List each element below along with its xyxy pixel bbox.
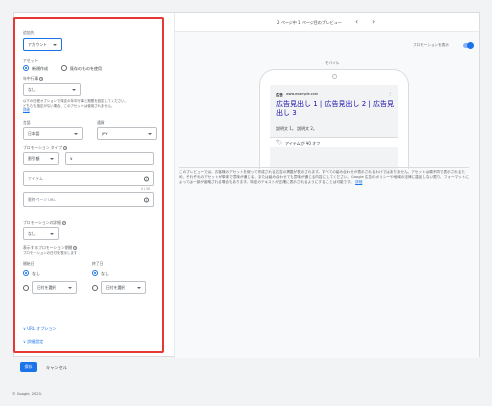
asset-label: アセット — [23, 58, 39, 63]
start-none-label: なし — [32, 271, 40, 276]
url-options-expander[interactable]: ∨ URL オプション — [23, 326, 56, 332]
language-label: 言語 — [23, 120, 31, 125]
chevron-down-icon: ∨ — [23, 326, 26, 331]
currency-symbol: ¥ — [70, 156, 73, 161]
currency-label: 通貨 — [97, 120, 105, 125]
promo-details-label: プロモーションの詳細? — [23, 220, 66, 225]
chevron-down-icon — [74, 132, 78, 135]
promotion-type-label: プロモーション タイプ? — [23, 145, 68, 150]
device-label: モバイル — [325, 61, 340, 65]
save-button[interactable]: 保存 — [20, 362, 37, 372]
end-date-dropdown[interactable]: 日付を選択 — [101, 281, 146, 294]
form-highlight: 追加先 アカウント アセット 新規作成 既存のものを使用 年中行事? なし 以下… — [13, 17, 164, 353]
end-date-label: 終了日 — [92, 261, 104, 266]
discount-amount-input[interactable]: ¥ — [65, 152, 154, 165]
camera-icon — [332, 74, 337, 79]
item-input[interactable]: アイテム i — [23, 171, 154, 186]
start-date-radio[interactable] — [23, 285, 29, 291]
preview-header: 2 ページ中 1 ページ目のプレビュー ‹ › — [175, 13, 479, 32]
disclaimer-link[interactable]: 詳細 — [355, 180, 362, 184]
promo-extension: 🏷 アイテムが ¥0 オフ — [270, 137, 398, 147]
preview-disclaimer: このプレビューでは、お客様のアセットを使って作成される広告の掲載が表示されます。… — [179, 167, 469, 186]
chevron-down-icon — [72, 88, 76, 91]
item-counter: 0 / 20 — [141, 187, 151, 191]
final-url-input[interactable]: 最終ページ URL i — [23, 192, 154, 207]
chevron-down-icon — [53, 43, 57, 46]
chevron-down-icon: ∨ — [23, 339, 26, 344]
asset-existing-radio[interactable] — [61, 65, 67, 71]
advanced-settings-expander[interactable]: ∨ 詳細設定 — [23, 339, 43, 345]
display-period-sublabel: プロモーションの日付を表示します — [23, 251, 78, 255]
asset-new-label: 新規作成 — [32, 66, 48, 71]
promotion-type-dropdown[interactable]: 割引額 — [23, 152, 59, 165]
help-icon[interactable]: ? — [63, 146, 68, 150]
preview-page-label: 2 ページ中 1 ページ目のプレビュー — [277, 20, 342, 25]
show-promotion-toggle[interactable] — [463, 42, 474, 49]
chevron-down-icon — [68, 286, 72, 289]
mobile-preview-frame: 広告 www.example.com ⋮ 広告見出し 1 | 広告見出し 2 |… — [259, 69, 409, 170]
start-date-dropdown[interactable]: 日付を選択 — [32, 281, 77, 294]
end-date-radio[interactable] — [92, 285, 98, 291]
prev-page-icon[interactable]: ‹ — [355, 17, 358, 26]
occasion-label: 年中行事? — [23, 76, 44, 81]
more-icon: ⋮ — [388, 91, 392, 96]
occasion-hint: 以下の日程オプションで特定の年中行事と期間を設定してください。 どちらも指定がな… — [23, 99, 128, 113]
occasion-dropdown[interactable]: なし — [23, 83, 81, 96]
ad-preview-card: 広告 www.example.com ⋮ 広告見出し 1 | 広告見出し 2 |… — [270, 85, 398, 170]
promo-chip: アイテムが ¥0 オフ — [285, 140, 321, 146]
asset-new-radio[interactable] — [23, 65, 29, 71]
promo-details-dropdown[interactable]: なし — [23, 227, 59, 240]
chevron-down-icon — [137, 286, 141, 289]
ad-badge: 広告 — [276, 93, 283, 97]
target-dropdown[interactable]: アカウント — [23, 38, 62, 51]
tag-icon: 🏷 — [276, 140, 283, 146]
toggle-label: プロモーションを表示 — [413, 43, 449, 47]
ad-description: 説明文 1。 説明文 2。 — [276, 126, 317, 131]
ad-headline: 広告見出し 1 | 広告見出し 2 | 広告見出し 3 — [276, 100, 394, 117]
chevron-down-icon — [148, 132, 152, 135]
help-icon[interactable]: ? — [39, 77, 44, 81]
start-date-label: 開始日 — [23, 261, 35, 266]
occasion-details-link[interactable]: 詳細 — [23, 108, 128, 113]
cancel-button[interactable]: キャンセル — [46, 365, 67, 371]
end-none-label: なし — [101, 271, 109, 276]
chevron-down-icon — [50, 232, 54, 235]
language-dropdown[interactable]: 日本語 — [23, 127, 83, 140]
ad-url: www.example.com — [286, 92, 318, 96]
info-icon[interactable]: i — [144, 176, 149, 181]
currency-dropdown[interactable]: JPY — [97, 127, 157, 140]
chevron-down-icon — [50, 157, 54, 160]
help-icon[interactable]: ? — [61, 221, 66, 225]
end-none-radio[interactable] — [92, 270, 98, 276]
asset-existing-label: 既存のものを使用 — [70, 66, 102, 71]
next-page-icon[interactable]: › — [372, 17, 375, 26]
preview-panel: 2 ページ中 1 ページ目のプレビュー ‹ › プロモーションを表示 モバイル … — [174, 13, 479, 358]
target-label: 追加先 — [23, 30, 35, 35]
start-none-radio[interactable] — [23, 270, 29, 276]
info-icon[interactable]: i — [144, 197, 149, 202]
copyright: © Google, 2023. — [12, 392, 42, 396]
target-value: アカウント — [28, 41, 47, 47]
